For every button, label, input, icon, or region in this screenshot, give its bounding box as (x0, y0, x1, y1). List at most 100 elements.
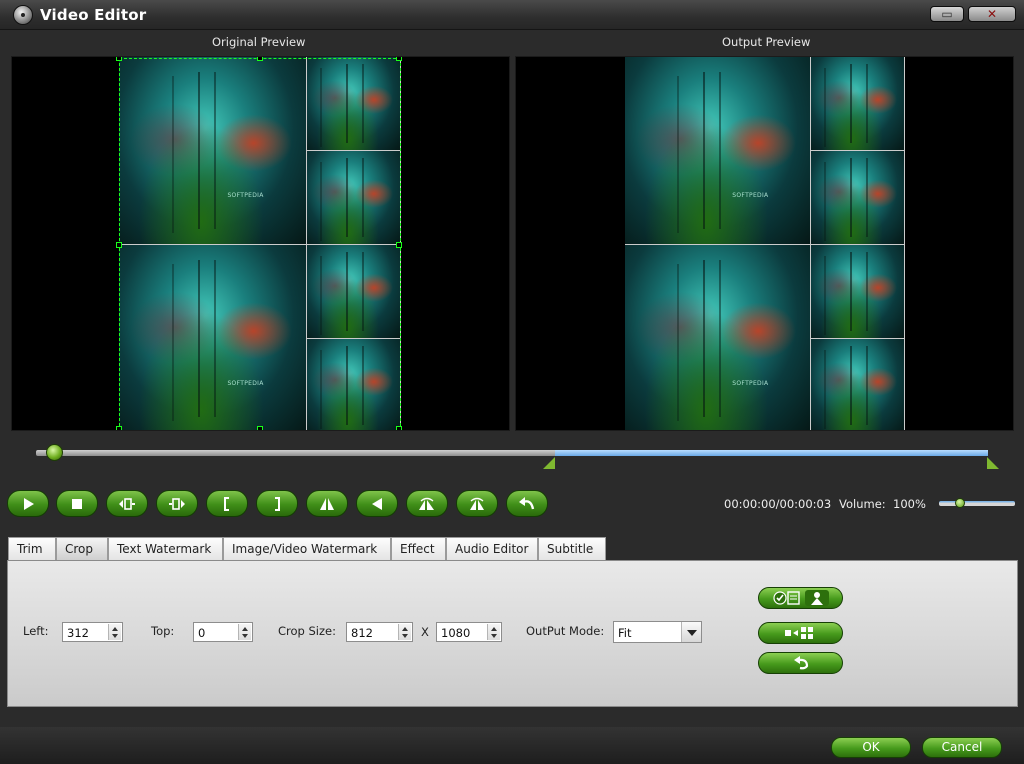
cancel-button[interactable]: Cancel (922, 737, 1002, 758)
output-preview-screen: SOFTPEDIA SOFTPEDIA (515, 56, 1014, 431)
stepper-arrows[interactable] (487, 624, 500, 640)
stepper-arrows[interactable] (108, 624, 121, 640)
keep-aspect-icon (772, 590, 829, 606)
left-value: 312 (67, 626, 89, 640)
flip-horizontal-button[interactable] (356, 490, 398, 517)
size-separator: X (421, 625, 429, 639)
spin-up-icon[interactable] (402, 627, 408, 631)
top-value: 0 (198, 626, 206, 640)
top-label: Top: (151, 624, 175, 638)
video-tile: SOFTPEDIA (625, 57, 811, 245)
crop-handle[interactable] (116, 426, 122, 430)
play-button[interactable] (7, 490, 49, 517)
prev-frame-icon (119, 497, 135, 510)
crop-handle[interactable] (116, 57, 122, 61)
undo-button[interactable] (506, 490, 548, 517)
crop-handle[interactable] (257, 57, 263, 61)
stop-icon (72, 498, 82, 509)
rotate-right-button[interactable] (456, 490, 498, 517)
output-preview-label: Output Preview (722, 35, 811, 49)
spin-down-icon[interactable] (112, 634, 118, 638)
tab-text-watermark[interactable]: Text Watermark (108, 537, 223, 560)
spin-up-icon[interactable] (242, 627, 248, 631)
timeline-selection (555, 450, 988, 456)
crop-selection-box[interactable] (116, 57, 402, 430)
chevron-down-icon[interactable] (681, 622, 701, 642)
crop-mode-button[interactable] (758, 622, 843, 644)
crop-width-value: 812 (351, 626, 373, 640)
next-frame-button[interactable] (156, 490, 198, 517)
ok-button[interactable]: OK (831, 737, 911, 758)
tab-subtitle[interactable]: Subtitle (538, 537, 606, 560)
mark-in-icon (224, 496, 229, 511)
spin-up-icon[interactable] (112, 627, 118, 631)
output-mode-value: Fit (618, 626, 632, 640)
flip-horizontal-icon (372, 497, 382, 510)
trim-start-marker[interactable] (543, 457, 555, 469)
left-stepper[interactable]: 312 (62, 622, 123, 642)
window-title: Video Editor (40, 6, 147, 24)
tile-caption: SOFTPEDIA (732, 379, 769, 387)
trim-end-marker[interactable] (987, 457, 999, 469)
tab-image-video-watermark[interactable]: Image/Video Watermark (223, 537, 391, 560)
spin-up-icon[interactable] (491, 627, 497, 631)
prev-frame-button[interactable] (106, 490, 148, 517)
mark-in-button[interactable] (206, 490, 248, 517)
tab-crop[interactable]: Crop (56, 537, 108, 560)
original-preview-label: Original Preview (212, 35, 306, 49)
mark-out-icon (275, 496, 280, 511)
crop-handle[interactable] (396, 426, 402, 430)
title-bar: Video Editor ▭ ✕ (0, 0, 1024, 30)
output-mode-select[interactable]: Fit (613, 621, 702, 643)
flip-vertical-button[interactable] (306, 490, 348, 517)
crop-handle[interactable] (396, 57, 402, 61)
stepper-arrows[interactable] (238, 624, 251, 640)
video-tile (811, 151, 905, 245)
video-tile (811, 57, 905, 151)
crop-height-value: 1080 (441, 626, 471, 640)
crop-handle[interactable] (257, 426, 263, 430)
tile-caption: SOFTPEDIA (732, 191, 769, 199)
app-logo-icon (13, 5, 33, 25)
reset-button[interactable] (758, 652, 843, 674)
spin-down-icon[interactable] (491, 634, 497, 638)
left-label: Left: (23, 624, 49, 638)
output-video-frame: SOFTPEDIA SOFTPEDIA (625, 57, 905, 430)
crop-size-label: Crop Size: (278, 624, 336, 638)
stop-button[interactable] (56, 490, 98, 517)
close-button[interactable]: ✕ (968, 6, 1016, 22)
keep-aspect-button[interactable] (758, 587, 843, 609)
rotate-left-button[interactable] (406, 490, 448, 517)
top-stepper[interactable]: 0 (193, 622, 253, 642)
crop-handle[interactable] (116, 242, 122, 248)
tab-trim[interactable]: Trim (8, 537, 56, 560)
next-frame-icon (169, 497, 185, 510)
stepper-arrows[interactable] (398, 624, 411, 640)
flip-vertical-icon (320, 497, 334, 510)
output-mode-label: OutPut Mode: (526, 624, 605, 638)
original-preview-screen[interactable]: SOFTPEDIA SOFTPEDIA (11, 56, 510, 431)
crop-height-stepper[interactable]: 1080 (436, 622, 502, 642)
spin-down-icon[interactable] (402, 634, 408, 638)
rotate-left-icon (419, 497, 434, 510)
volume-slider[interactable] (939, 501, 1015, 506)
volume-slider-knob[interactable] (955, 498, 965, 508)
video-tile: SOFTPEDIA (625, 245, 811, 430)
crop-width-stepper[interactable]: 812 (346, 622, 413, 642)
timecode: 00:00:00/00:00:03 (724, 497, 832, 511)
undo-icon (519, 496, 535, 509)
minimize-button[interactable]: ▭ (930, 6, 964, 22)
crop-handle[interactable] (396, 242, 402, 248)
rotate-right-icon (470, 497, 484, 510)
mark-out-button[interactable] (256, 490, 298, 517)
crop-mode-icon (784, 627, 813, 639)
tab-effect[interactable]: Effect (391, 537, 446, 560)
video-tile (811, 339, 905, 430)
reset-icon (793, 656, 808, 670)
play-icon (24, 497, 34, 510)
tab-audio-editor[interactable]: Audio Editor (446, 537, 538, 560)
spin-down-icon[interactable] (242, 634, 248, 638)
volume-value: 100% (893, 497, 926, 511)
timeline-playhead[interactable] (46, 444, 63, 461)
volume-label: Volume: (839, 497, 886, 511)
